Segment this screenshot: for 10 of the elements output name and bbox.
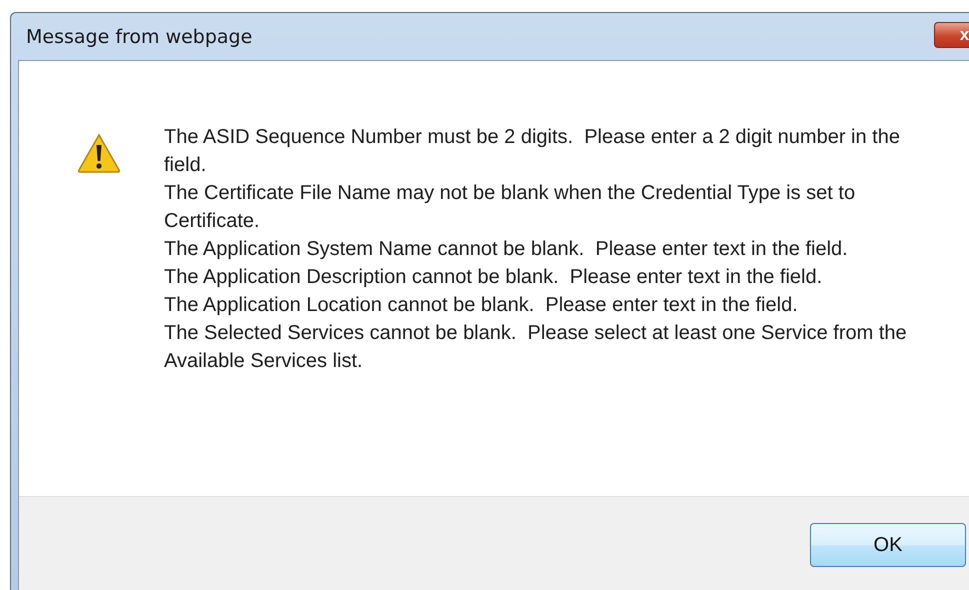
error-message: The Selected Services cannot be blank. Please select at least one Service from the Available Services list. — [164, 321, 908, 374]
error-message: The Application System Name cannot be blank. Please enter text in the field. — [164, 237, 849, 262]
window-title: Message from webpage — [25, 26, 252, 48]
error-message: The Application Description cannot be blank. Please enter text in the field. — [164, 265, 824, 290]
error-message: The ASID Sequence Number must be 2 digits. Please enter a 2 digit number in the field. — [164, 125, 901, 178]
ok-button[interactable]: OK — [810, 523, 966, 567]
error-message: The Certificate File Name may not be blank when the Credential Type is set to Certificate. — [164, 181, 856, 234]
close-button[interactable]: x — [934, 22, 969, 48]
error-message: The Application Location cannot be blank. Please enter text in the field. — [164, 293, 799, 318]
warning-icon — [77, 133, 121, 173]
